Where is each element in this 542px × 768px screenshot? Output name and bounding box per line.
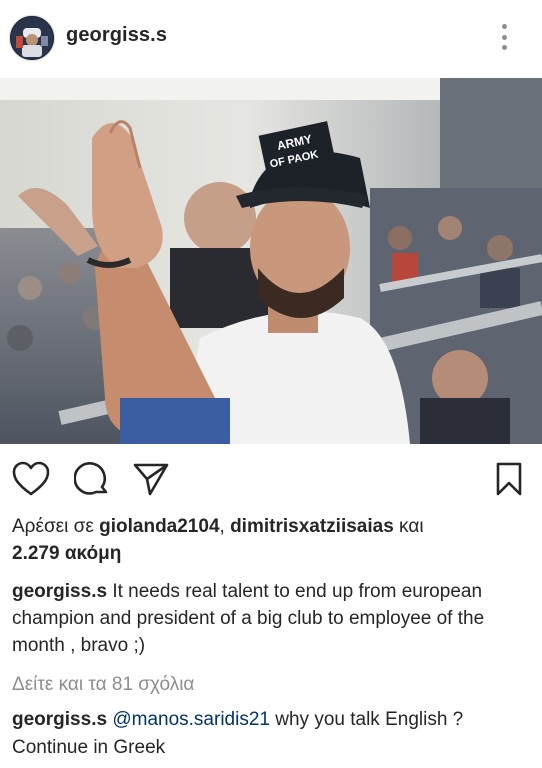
- more-options-icon[interactable]: [492, 22, 516, 52]
- dot: [501, 24, 507, 29]
- caption-username[interactable]: georgiss.s: [12, 581, 107, 602]
- paper-plane-icon[interactable]: [132, 461, 170, 502]
- comment-mention[interactable]: @manos.saridis21: [112, 709, 270, 730]
- dot: [501, 45, 507, 50]
- post-caption: georgiss.s It needs real talent to end u…: [12, 578, 532, 659]
- action-bar: [0, 455, 542, 505]
- heart-icon[interactable]: [12, 461, 50, 502]
- dot: [501, 34, 507, 40]
- likes-prefix: Αρέσει σε: [12, 516, 100, 537]
- post-header: georgiss.s: [0, 0, 542, 76]
- post-image: ARMY OF PAOK: [0, 78, 542, 444]
- liker-username[interactable]: dimitrisxatziisaias: [230, 516, 394, 537]
- comment: georgiss.s @manos.saridis21 why you talk…: [12, 706, 532, 762]
- comment-username[interactable]: georgiss.s: [12, 709, 107, 730]
- post-photo[interactable]: ARMY OF PAOK: [0, 78, 542, 444]
- likes-summary[interactable]: Αρέσει σε giolanda2104, dimitrisxatziisa…: [12, 513, 532, 567]
- likes-separator: ,: [219, 516, 231, 537]
- comment-bubble-icon[interactable]: [73, 461, 110, 502]
- likes-count[interactable]: 2.279 ακόμη: [12, 543, 121, 564]
- likes-conjunction: και: [393, 516, 424, 537]
- bookmark-icon[interactable]: [494, 461, 524, 502]
- avatar[interactable]: [9, 15, 55, 61]
- post-author-username[interactable]: georgiss.s: [66, 24, 167, 47]
- liker-username[interactable]: giolanda2104: [99, 516, 219, 537]
- avatar-image: [10, 16, 54, 60]
- view-all-comments-link[interactable]: Δείτε και τα 81 σχόλια: [12, 671, 194, 698]
